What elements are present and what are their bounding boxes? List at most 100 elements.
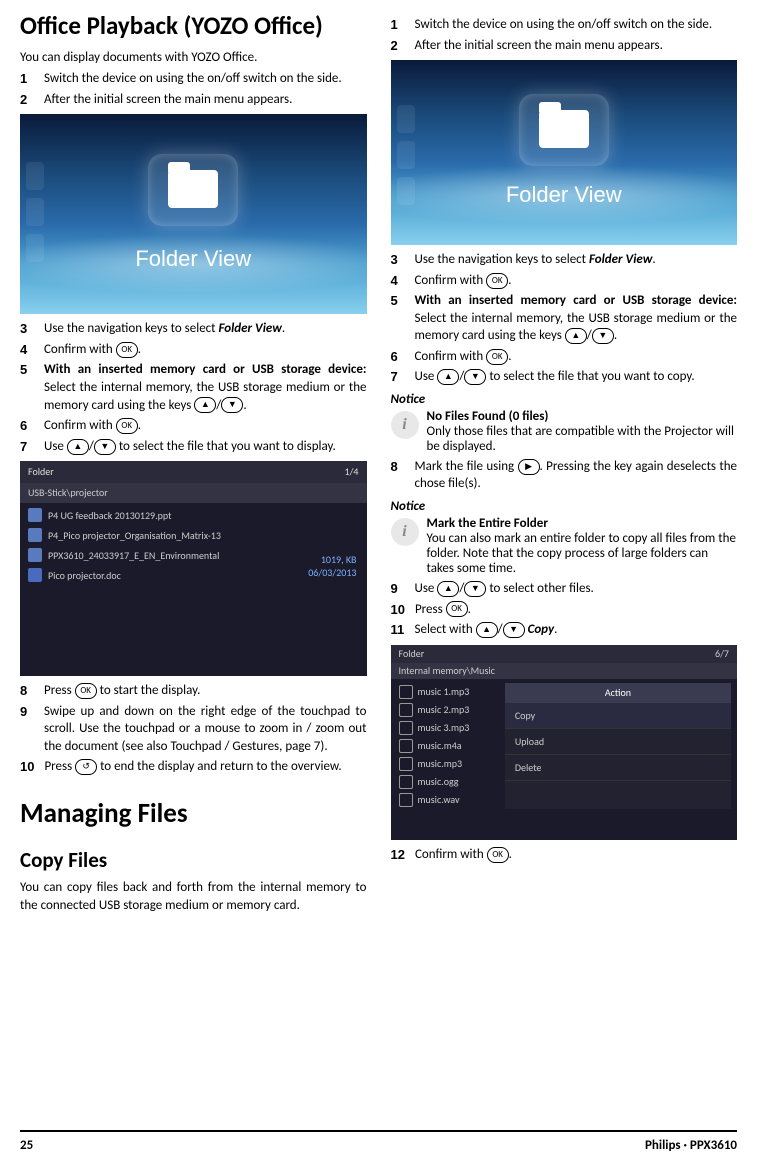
folder-icon <box>519 94 609 166</box>
notice-no-files: Notice i No Files Found (0 files) Only t… <box>391 392 738 454</box>
up-key-icon: ▲ <box>67 439 89 455</box>
step-text: Select with ▲/▼ Copy. <box>415 621 738 639</box>
left-column: Office Playback (YOZO Office) You can di… <box>20 12 367 1112</box>
step-text: With an inserted memory card or USB stor… <box>415 292 738 345</box>
flist-row: Pico projector.doc <box>48 569 121 582</box>
down-key-icon: ▼ <box>464 581 486 597</box>
step-text: Confirm with OK. <box>415 846 737 864</box>
folder-icon <box>148 154 238 226</box>
flist-breadcrumb: USB-Stick\projector <box>20 483 367 503</box>
heading-office-playback: Office Playback (YOZO Office) <box>20 12 367 41</box>
down-key-icon: ▼ <box>503 622 525 638</box>
notice-title: No Files Found (0 files) <box>427 409 738 424</box>
ok-key-icon: OK <box>116 418 138 434</box>
step-text: With an inserted memory card or USB stor… <box>44 361 367 414</box>
right-steps-cont4: 12Confirm with OK. <box>391 846 738 864</box>
right-steps-cont3: 9Use ▲/▼ to select other files. 10Press … <box>391 580 738 639</box>
step-text: After the initial screen the main menu a… <box>44 91 367 109</box>
ok-key-icon: OK <box>116 342 138 358</box>
step-text: Press OK. <box>415 601 737 619</box>
notice-heading: Notice <box>391 499 738 514</box>
up-key-icon: ▲ <box>437 581 459 597</box>
ok-key-icon: OK <box>486 349 508 365</box>
footer-model: Philips · PPX3610 <box>645 1138 737 1153</box>
ok-key-icon: OK <box>446 601 468 617</box>
actshot-hdr-right: 6/7 <box>715 645 729 663</box>
notice-body-text: Only those files that are compatible wit… <box>427 424 738 454</box>
left-steps: 1Switch the device on using the on/off s… <box>20 70 367 108</box>
right-steps-cont2: 8Mark the file using ▶. Pressing the key… <box>391 458 738 493</box>
step-text: After the initial screen the main menu a… <box>415 37 738 55</box>
folder-view-screenshot: Folder View <box>391 60 738 245</box>
action-menu-header: Action <box>505 683 731 703</box>
ok-key-icon: OK <box>75 683 97 699</box>
step-text: Use ▲/▼ to select the file that you want… <box>415 368 738 386</box>
actshot-hdr-left: Folder <box>399 645 425 663</box>
flist-row: P4 UG feedback 20130129.ppt <box>48 509 171 522</box>
step-text: Confirm with OK. <box>415 272 738 290</box>
step-text: Use ▲/▼ to select other files. <box>415 580 738 598</box>
step-text: Swipe up and down on the right edge of t… <box>44 703 367 756</box>
flist-header-right: 1/4 <box>345 461 359 483</box>
flist-row: P4_Pico projector_Organisation_Matrix-13 <box>48 529 221 542</box>
down-key-icon: ▼ <box>94 439 116 455</box>
back-key-icon: ↺ <box>75 759 97 775</box>
notice-body-text: You can also mark an entire folder to co… <box>427 531 738 576</box>
step-text: Use the navigation keys to select Folder… <box>44 320 367 338</box>
left-steps-cont: 3Use the navigation keys to select Folde… <box>20 320 367 455</box>
actshot-row: music 2.mp3 <box>418 703 470 716</box>
notice-mark-folder: Notice i Mark the Entire Folder You can … <box>391 499 738 576</box>
intro-text: You can display documents with YOZO Offi… <box>20 49 367 67</box>
notice-title: Mark the Entire Folder <box>427 516 738 531</box>
down-key-icon: ▼ <box>221 397 243 413</box>
actshot-row: music.m4a <box>418 739 462 752</box>
actshot-breadcrumb: Internal memory\Music <box>391 663 738 679</box>
step-text: Confirm with OK. <box>44 417 367 435</box>
flist-meta-date: 06/03/2013 <box>308 566 356 579</box>
step-text: Press ↺ to end the display and return to… <box>44 758 366 776</box>
action-menu-screenshot: Folder 6/7 Internal memory\Music music 1.… <box>391 645 738 840</box>
left-steps-cont2: 8Press OK to start the display. 9Swipe u… <box>20 682 367 776</box>
actshot-row: music.wav <box>418 793 460 806</box>
step-text: Switch the device on using the on/off sw… <box>415 16 738 34</box>
right-column: 1Switch the device on using the on/off s… <box>391 12 738 1112</box>
up-key-icon: ▲ <box>437 369 459 385</box>
copy-intro: You can copy files back and forth from t… <box>20 879 367 914</box>
action-menu-item: Upload <box>505 729 731 755</box>
flist-row: PPX3610_24033917_E_EN_Environmental <box>48 549 219 562</box>
step-text: Confirm with OK. <box>415 348 738 366</box>
ok-key-icon: OK <box>486 273 508 289</box>
page-footer: 25 Philips · PPX3610 <box>20 1130 737 1153</box>
actshot-row: music.mp3 <box>418 757 463 770</box>
step-text: Mark the file using ▶. Pressing the key … <box>415 458 738 493</box>
info-icon: i <box>391 518 419 546</box>
right-steps-cont: 3Use the navigation keys to select Folde… <box>391 251 738 386</box>
actshot-row: music.ogg <box>418 775 459 788</box>
notice-heading: Notice <box>391 392 738 407</box>
actshot-row: music 1.mp3 <box>418 685 470 698</box>
step-text: Press OK to start the display. <box>44 682 367 700</box>
folder-view-screenshot: Folder View <box>20 114 367 314</box>
flist-header-left: Folder <box>28 461 54 483</box>
right-key-icon: ▶ <box>518 459 540 475</box>
step-text: Switch the device on using the on/off sw… <box>44 70 367 88</box>
heading-managing-files: Managing Files <box>20 798 367 829</box>
step-text: Confirm with OK. <box>44 341 367 359</box>
file-list-screenshot: Folder 1/4 USB-Stick\projector P4 UG feed… <box>20 461 367 676</box>
ok-key-icon: OK <box>487 847 509 863</box>
page-number: 25 <box>20 1138 33 1153</box>
flist-meta-size: 1019, KB <box>308 553 356 566</box>
up-key-icon: ▲ <box>476 622 498 638</box>
down-key-icon: ▼ <box>592 328 614 344</box>
heading-copy-files: Copy Files <box>20 847 367 873</box>
step-text: Use the navigation keys to select Folder… <box>415 251 738 269</box>
down-key-icon: ▼ <box>464 369 486 385</box>
info-icon: i <box>391 411 419 439</box>
right-steps: 1Switch the device on using the on/off s… <box>391 16 738 54</box>
folder-view-label: Folder View <box>20 246 367 272</box>
up-key-icon: ▲ <box>194 397 216 413</box>
step-text: Use ▲/▼ to select the file that you want… <box>44 438 367 456</box>
actshot-row: music 3.mp3 <box>418 721 470 734</box>
up-key-icon: ▲ <box>565 328 587 344</box>
folder-view-label: Folder View <box>391 182 738 208</box>
